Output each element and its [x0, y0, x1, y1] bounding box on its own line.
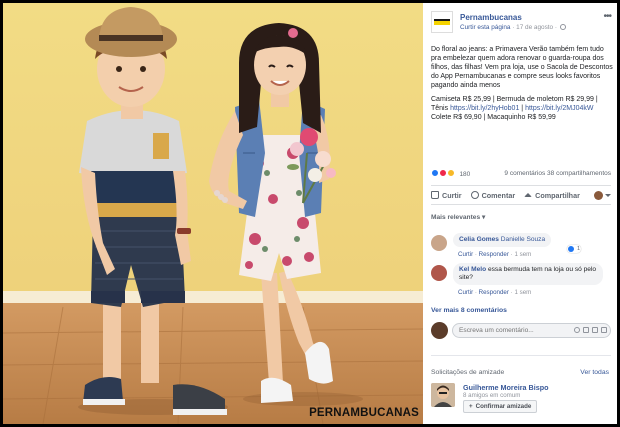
more-options-icon[interactable]: ••• — [603, 11, 611, 22]
post-link[interactable]: https://bit.ly/2MJ04kW — [525, 105, 593, 112]
comment-label: Comentar — [481, 190, 516, 200]
comment-bubble: Celia Gomes Danielle Souza — [453, 233, 552, 247]
mention-link[interactable]: Danielle Souza — [501, 236, 545, 243]
like-page-link[interactable]: Curtir esta página — [460, 24, 510, 31]
commenter-avatar[interactable] — [431, 265, 447, 281]
like-reaction-icon — [431, 169, 439, 177]
comment-icon — [470, 191, 479, 199]
person-icon — [431, 383, 455, 407]
comment-like-link[interactable]: Curtir — [458, 251, 473, 258]
wow-reaction-icon — [446, 169, 455, 177]
friend-requests-header: Solicitações de amizade Ver todas — [431, 369, 611, 376]
comment-item: Kel Melo essa bermuda tem na loja ou só … — [431, 263, 611, 299]
sticker-icon[interactable] — [601, 327, 607, 333]
divider — [431, 355, 611, 356]
post-date[interactable]: 17 de agosto — [516, 24, 553, 31]
friend-requests-title: Solicitações de amizade — [431, 369, 505, 376]
post-link[interactable]: https://bit.ly/2hyHob01 — [450, 105, 519, 112]
comment-time[interactable]: 1 sem — [514, 251, 531, 258]
reactions-bar[interactable]: 180 9 comentários 38 compartilhamentos — [431, 169, 611, 181]
thumbs-up-icon — [431, 191, 439, 199]
mutual-friends[interactable]: 8 amigos em comum — [463, 392, 520, 399]
post-meta: Curtir esta página · 17 de agosto · — [460, 24, 566, 31]
filter-label: Mais relevantes — [431, 214, 481, 221]
post-text: Do floral ao jeans: a Primavera Verão ta… — [431, 45, 613, 127]
share-button[interactable]: Compartilhar — [524, 191, 580, 200]
page-name-link[interactable]: Pernambucanas — [460, 13, 522, 22]
photo-illustration — [3, 3, 423, 424]
chevron-down-icon: ▾ — [481, 214, 486, 221]
avatar — [594, 190, 603, 200]
composer-icons — [571, 327, 607, 333]
like-label: Curtir — [442, 190, 462, 200]
comment-reaction-badge[interactable]: 1 — [567, 245, 581, 253]
emoji-icon[interactable] — [574, 327, 580, 333]
comment-button[interactable]: Comentar — [470, 190, 516, 200]
comments-filter[interactable]: Mais relevantes ▾ — [431, 213, 485, 221]
camera-icon[interactable] — [583, 327, 589, 333]
comment-reply-link[interactable]: Responder — [479, 251, 509, 258]
friend-request-item: Guilherme Moreira Bispo 8 amigos em comu… — [431, 381, 611, 417]
viewer-frame: PERNAMBUCANAS Pernambucanas Curtir esta … — [3, 3, 617, 424]
add-friend-icon: + — [469, 403, 473, 410]
post-paragraph: Camiseta R$ 25,99 | Bermuda de moletom R… — [431, 95, 613, 122]
share-label: Compartilhar — [535, 190, 580, 200]
confirm-label: Confirmar amizade — [475, 403, 532, 410]
commenter-avatar[interactable] — [431, 235, 447, 251]
meta-separator: · — [554, 24, 559, 31]
comment-actions: Curtir · Responder · 1 sem — [458, 289, 531, 296]
brand-watermark: PERNAMBUCANAS — [309, 407, 419, 419]
love-reaction-icon — [438, 169, 447, 177]
share-icon — [524, 193, 533, 197]
comment-author[interactable]: Kel Melo — [459, 266, 486, 273]
gif-icon[interactable] — [592, 327, 598, 333]
comment-composer — [431, 321, 611, 341]
comment-reply-link[interactable]: Responder — [479, 289, 509, 296]
like-button[interactable]: Curtir — [431, 191, 462, 200]
post-header: Pernambucanas Curtir esta página · 17 de… — [431, 11, 612, 37]
comment-like-link[interactable]: Curtir — [458, 289, 473, 296]
confirm-friend-button[interactable]: + Confirmar amizade — [463, 400, 538, 413]
comment-bubble: Kel Melo essa bermuda tem na loja ou só … — [453, 263, 603, 285]
post-actions: Curtir Comentar Compartilhar — [431, 185, 611, 205]
see-all-link[interactable]: Ver todas — [580, 369, 609, 376]
post-as-selector[interactable] — [594, 190, 611, 200]
avatar — [431, 322, 448, 339]
comment-actions: Curtir · Responder · 1 sem — [458, 251, 531, 258]
chevron-down-icon — [605, 193, 611, 197]
friend-avatar[interactable] — [431, 383, 455, 407]
post-paragraph: Do floral ao jeans: a Primavera Verão ta… — [431, 46, 613, 89]
comment-author[interactable]: Celia Gomes — [459, 236, 499, 243]
brand-logo-icon — [434, 19, 450, 25]
comment-time[interactable]: 1 sem — [514, 289, 531, 296]
price-text: Colete R$ 69,90 | Macaquinho R$ 59,99 — [431, 114, 556, 121]
reaction-count[interactable]: 180 — [459, 171, 470, 178]
comment-item: Celia Gomes Danielle Souza 1 Curtir · Re… — [431, 233, 611, 263]
page-avatar[interactable] — [431, 11, 453, 33]
view-more-comments-link[interactable]: Ver mais 8 comentários — [431, 307, 507, 314]
globe-icon — [559, 24, 566, 30]
comments-shares-count[interactable]: 9 comentários 38 compartilhamentos — [504, 170, 611, 177]
post-sidebar: Pernambucanas Curtir esta página · 17 de… — [423, 3, 617, 424]
friend-name[interactable]: Guilherme Moreira Bispo — [463, 383, 548, 392]
post-photo[interactable]: PERNAMBUCANAS — [3, 3, 423, 424]
